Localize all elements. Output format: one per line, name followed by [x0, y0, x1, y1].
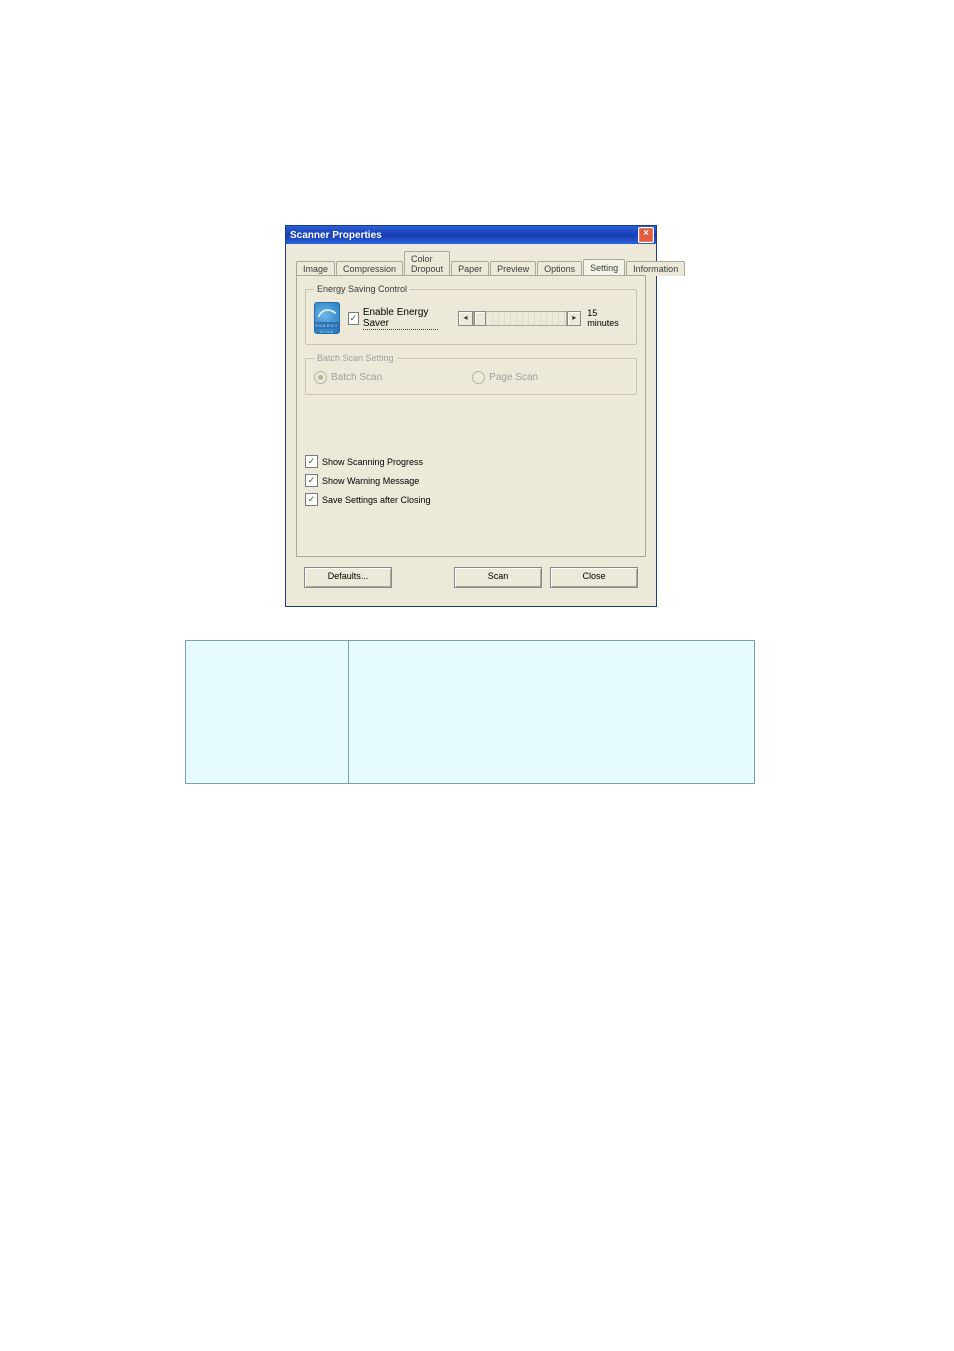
tab-options[interactable]: Options [537, 261, 582, 276]
tab-setting[interactable]: Setting [583, 259, 625, 275]
table-row [186, 641, 755, 784]
window-title: Scanner Properties [290, 230, 382, 241]
close-button[interactable]: Close [550, 567, 638, 588]
scanner-properties-dialog: Scanner Properties × Image Compression C… [285, 225, 657, 607]
scan-button[interactable]: Scan [454, 567, 542, 588]
energy-star-label: ENERGY STAR [315, 322, 339, 329]
table-cell-right [349, 641, 755, 784]
show-warning-message-label: Show Warning Message [322, 476, 419, 486]
tab-information[interactable]: Information [626, 261, 685, 276]
slider-right-arrow-icon[interactable]: ▸ [567, 311, 581, 326]
energy-saving-group: Energy Saving Control ENERGY STAR Enable… [305, 284, 637, 345]
energy-saving-row: ENERGY STAR Enable Energy Saver ◂ ▸ 15 m… [314, 302, 628, 334]
batch-scan-legend: Batch Scan Setting [314, 353, 397, 363]
tab-preview[interactable]: Preview [490, 261, 536, 276]
defaults-button[interactable]: Defaults... [304, 567, 392, 588]
tab-image[interactable]: Image [296, 261, 335, 276]
slider-left-arrow-icon[interactable]: ◂ [458, 311, 472, 326]
page-scan-radio [472, 371, 485, 384]
save-settings-after-closing-label: Save Settings after Closing [322, 495, 431, 505]
page-scan-label: Page Scan [489, 372, 538, 383]
show-scanning-progress-label: Show Scanning Progress [322, 457, 423, 467]
definition-table [185, 640, 755, 784]
close-icon[interactable]: × [638, 227, 654, 243]
tab-compression[interactable]: Compression [336, 261, 403, 276]
tab-content-setting: Energy Saving Control ENERGY STAR Enable… [296, 275, 646, 557]
energy-saver-timeout-slider[interactable]: ◂ ▸ 15 minutes [458, 308, 628, 328]
batch-scan-label: Batch Scan [331, 372, 382, 383]
batch-scan-group: Batch Scan Setting Batch Scan Page Scan [305, 353, 637, 395]
slider-thumb[interactable] [474, 311, 486, 326]
table-cell-left [186, 641, 349, 784]
save-settings-after-closing-checkbox[interactable] [305, 493, 318, 506]
tab-color-dropout[interactable]: Color Dropout [404, 251, 450, 276]
document-page: Scanner Properties × Image Compression C… [0, 0, 954, 1351]
tab-strip: Image Compression Color Dropout Paper Pr… [296, 250, 646, 276]
show-scanning-progress-checkbox[interactable] [305, 455, 318, 468]
enable-energy-saver-label: Enable Energy Saver [363, 307, 439, 330]
show-warning-message-checkbox[interactable] [305, 474, 318, 487]
enable-energy-saver-checkbox[interactable] [348, 312, 359, 325]
slider-value-label: 15 minutes [587, 308, 628, 328]
tab-paper[interactable]: Paper [451, 261, 489, 276]
energy-star-icon: ENERGY STAR [314, 302, 340, 334]
titlebar[interactable]: Scanner Properties × [286, 226, 656, 244]
slider-track[interactable] [473, 311, 568, 326]
batch-scan-radio [314, 371, 327, 384]
dialog-button-bar: Defaults... Scan Close [296, 557, 646, 596]
energy-saving-legend: Energy Saving Control [314, 284, 410, 294]
options-checklist: Show Scanning Progress Show Warning Mess… [305, 455, 637, 506]
dialog-body: Image Compression Color Dropout Paper Pr… [286, 244, 656, 606]
